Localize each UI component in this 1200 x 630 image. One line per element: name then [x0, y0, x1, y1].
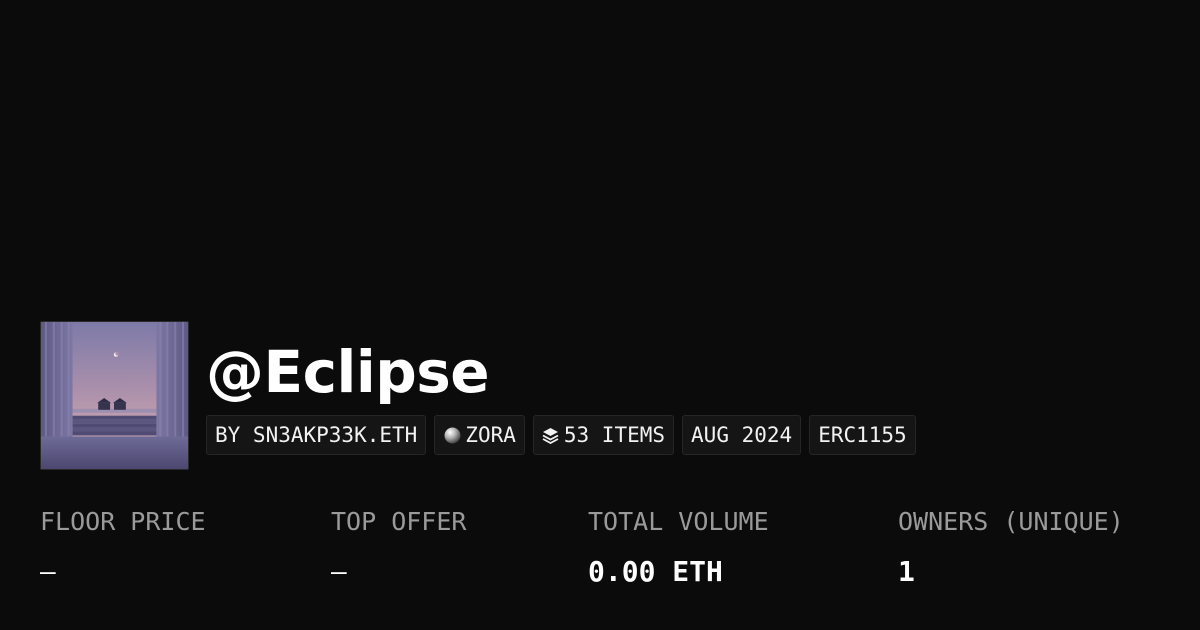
chain-chip[interactable]: ZORA	[434, 415, 525, 455]
total-volume-label: TOTAL VOLUME	[588, 507, 769, 536]
collection-title: @Eclipse	[206, 338, 490, 406]
floor-price-stat: FLOOR PRICE —	[40, 502, 206, 592]
chain-chip-label: ZORA	[465, 423, 516, 447]
zora-orb-icon	[443, 426, 461, 444]
items-chip-label: 53 ITEMS	[563, 423, 666, 447]
top-offer-stat: TOP OFFER —	[331, 502, 466, 592]
owners-value: 1	[898, 555, 915, 588]
collection-artwork-image	[41, 322, 188, 469]
creator-chip[interactable]: BY SN3AKP33K.ETH	[206, 415, 427, 455]
total-volume-value: 0.00 ETH	[588, 555, 723, 588]
standard-chip-label: ERC1155	[818, 423, 907, 447]
creator-chip-label: BY SN3AKP33K.ETH	[215, 423, 418, 447]
date-chip-label: AUG 2024	[691, 423, 793, 447]
collection-meta-chips: BY SN3AKP33K.ETH ZORA 53 ITEMS AUG 2024 …	[206, 415, 916, 455]
top-offer-label: TOP OFFER	[331, 507, 467, 536]
top-offer-value: —	[331, 557, 347, 587]
floor-price-label: FLOOR PRICE	[40, 507, 206, 536]
standard-chip: ERC1155	[809, 415, 916, 455]
date-chip: AUG 2024	[682, 415, 802, 455]
owners-stat: OWNERS (UNIQUE) 1	[898, 502, 1124, 592]
owners-label: OWNERS (UNIQUE)	[898, 507, 1124, 536]
collection-thumbnail	[40, 321, 189, 470]
total-volume-stat: TOTAL VOLUME 0.00 ETH	[588, 502, 769, 592]
layers-icon	[542, 426, 560, 444]
items-chip[interactable]: 53 ITEMS	[532, 415, 675, 455]
floor-price-value: —	[40, 557, 56, 587]
